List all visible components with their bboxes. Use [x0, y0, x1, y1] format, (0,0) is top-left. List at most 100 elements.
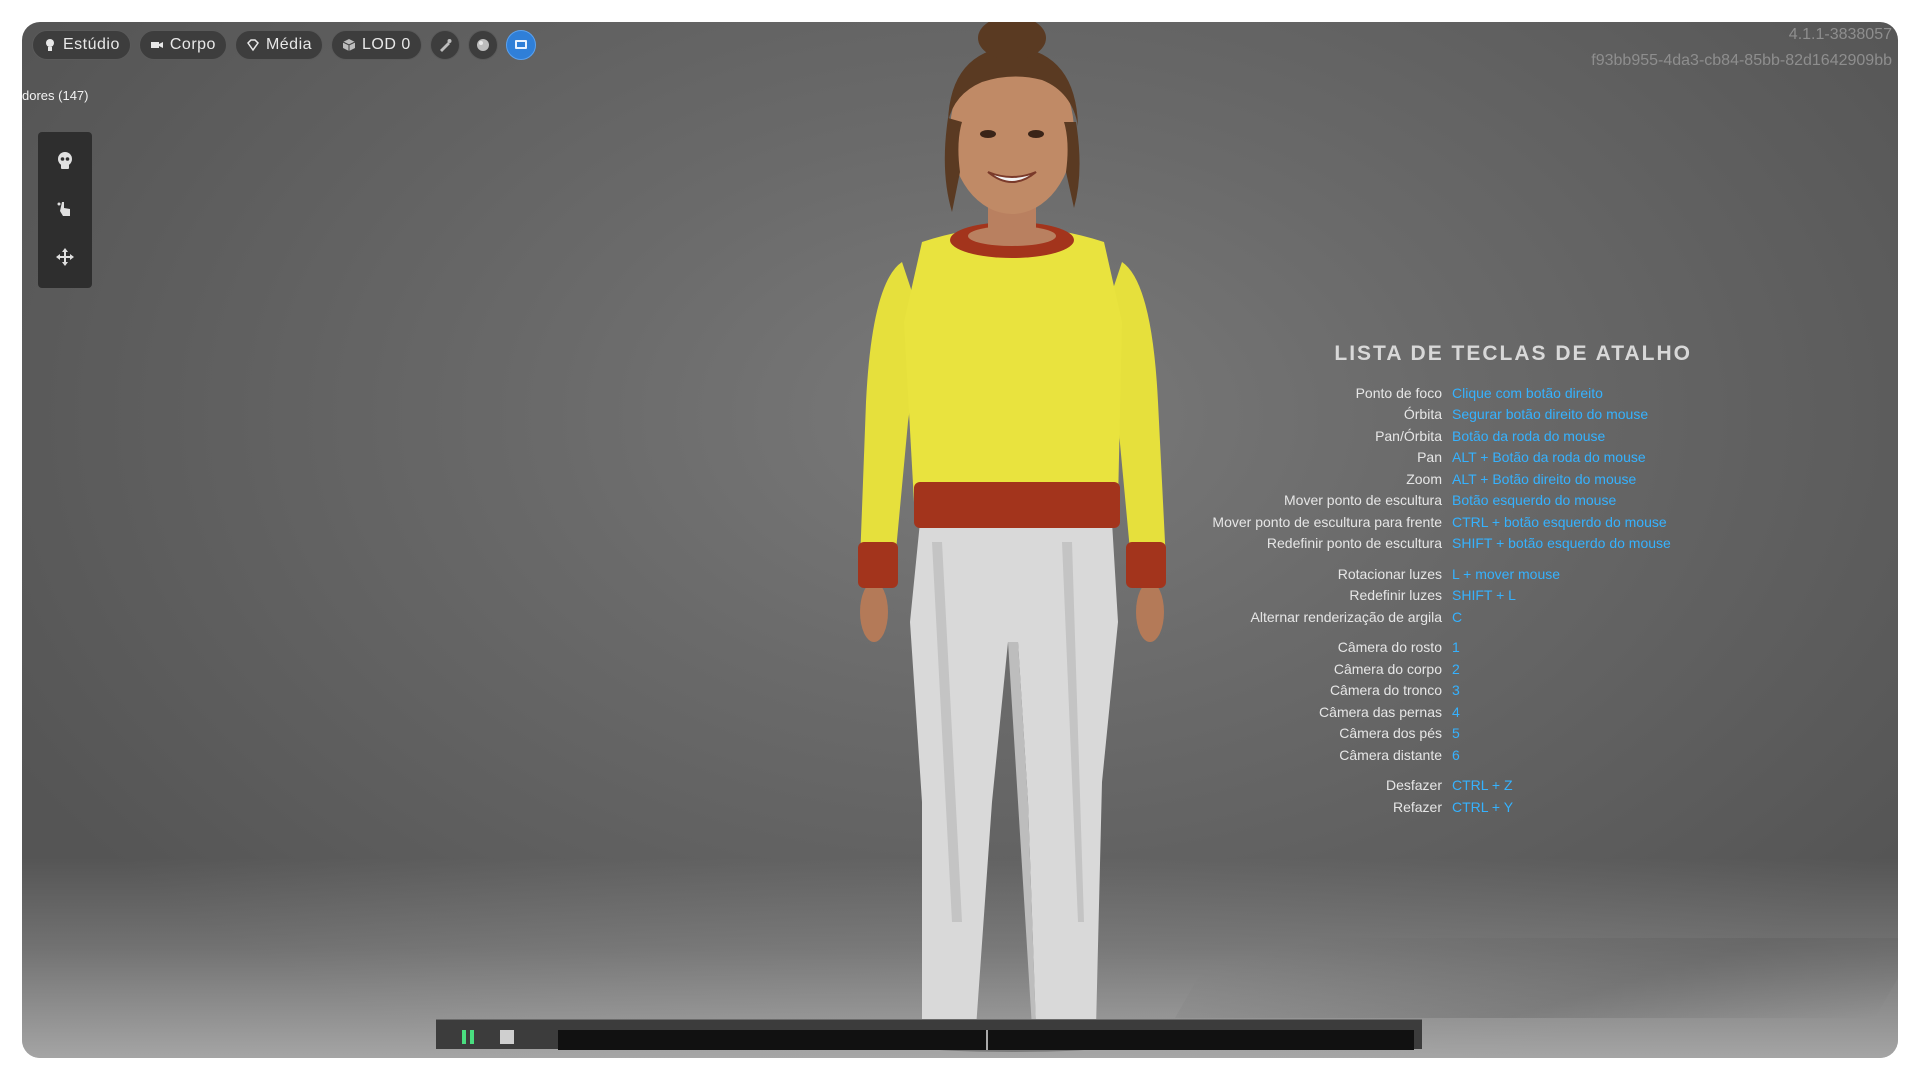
move-tool-button[interactable] [48, 240, 82, 274]
shortcut-key: L + mover mouse [1452, 565, 1561, 582]
bulb-icon [46, 39, 54, 51]
material-button[interactable] [467, 30, 498, 60]
shortcut-key: 4 [1452, 703, 1460, 720]
shortcut-key: SHIFT + botão esquerdo do mouse [1452, 535, 1671, 552]
shortcut-group: Câmera do rosto 1 Câmera do corpo 2 Câmera d… [1022, 637, 1898, 766]
shortcut-action: Órbita [1403, 406, 1442, 423]
lod-button-label: LOD 0 [362, 36, 411, 53]
shortcut-row: Pan ALT + Botão da roda do mouse [1022, 447, 1898, 469]
shortcut-action: Câmera do tronco [1329, 682, 1442, 699]
shortcut-row: Alternar renderização de argila C [1022, 606, 1898, 628]
shortcut-action: Redefinir luzes [1349, 587, 1442, 604]
shortcut-row: Refazer CTRL + Y [1022, 796, 1898, 818]
blend-tool-button[interactable] [48, 192, 82, 226]
hand-pointer-icon [57, 202, 70, 216]
shortcut-group: Rotacionar luzes L + mover mouse Redefinir… [1022, 563, 1898, 628]
shortcut-group: Desfazer CTRL + Z Refazer CTRL + Y [1022, 775, 1898, 818]
shortcut-row: Câmera das pernas 4 [1022, 701, 1898, 723]
pause-button[interactable] [462, 1030, 476, 1044]
build-id: f93bb955-4da3-cb84-85bb-82d1642909bb [1591, 52, 1892, 69]
shortcut-group: Ponto de foco Clique com botão direito Órb… [1022, 382, 1898, 554]
camera-icon [150, 42, 163, 48]
shortcut-key: CTRL + Y [1452, 798, 1514, 815]
shortcut-key: ALT + Botão da roda do mouse [1452, 449, 1646, 466]
shortcut-key: Botão esquerdo do mouse [1452, 492, 1617, 509]
shortcut-row: Mover ponto de escultura para frente CTRL… [1022, 511, 1898, 533]
timeline-track[interactable] [558, 1030, 1414, 1050]
shortcut-key: CTRL + botão esquerdo do mouse [1452, 513, 1667, 530]
shortcut-key: 3 [1452, 682, 1460, 699]
shortcut-row: Câmera do rosto 1 [1022, 637, 1898, 659]
skull-icon [58, 152, 72, 169]
move-icon [56, 248, 74, 266]
shortcut-row: Mover ponto de escultura Botão esquerdo d… [1022, 490, 1898, 512]
shortcut-action: Mover ponto de escultura para frente [1212, 513, 1442, 530]
shortcut-row: Desfazer CTRL + Z [1022, 775, 1898, 797]
shortcut-row: Ponto de foco Clique com botão direito [1022, 382, 1898, 404]
viewport-3d[interactable]: Estúdio Corpo Média LOD 0 4.1.1-3838057 … [22, 22, 1898, 1058]
shortcut-row: Rotacionar luzes L + mover mouse [1022, 563, 1898, 585]
studio-button-label: Estúdio [63, 36, 120, 53]
shortcut-action: Câmera dos pés [1339, 725, 1442, 742]
shortcut-row: Zoom ALT + Botão direito do mouse [1022, 468, 1898, 490]
shortcut-action: Mover ponto de escultura [1284, 492, 1442, 509]
body-camera-button-label: Corpo [169, 36, 216, 53]
quality-button-label: Média [265, 36, 313, 53]
shortcut-row: Redefinir luzes SHIFT + L [1022, 585, 1898, 607]
diamond-icon [246, 39, 259, 52]
shortcut-action: Câmera do rosto [1337, 639, 1442, 656]
shortcut-action: Zoom [1406, 470, 1442, 487]
shortcut-key: 5 [1452, 725, 1460, 742]
shortcut-action: Refazer [1392, 798, 1442, 815]
shortcut-key: Segurar botão direito do mouse [1452, 406, 1649, 423]
lod-button[interactable]: LOD 0 [331, 30, 422, 60]
shortcut-key: C [1452, 608, 1463, 625]
display-icon [514, 40, 527, 49]
shortcut-row: Câmera do corpo 2 [1022, 658, 1898, 680]
shortcut-row: Câmera distante 6 [1022, 744, 1898, 766]
shortcut-action: Câmera do corpo [1333, 660, 1442, 677]
sculpt-tool-button[interactable] [48, 144, 82, 178]
brush-icon [439, 39, 452, 52]
shortcut-action: Pan/Órbita [1375, 427, 1442, 444]
shortcut-key: ALT + Botão direito do mouse [1452, 470, 1637, 487]
shortcut-list: Ponto de foco Clique com botão direito Órb… [1022, 382, 1898, 827]
shortcut-row: Câmera do tronco 3 [1022, 680, 1898, 702]
shortcut-action: Pan [1417, 449, 1442, 466]
shortcut-action: Redefinir ponto de escultura [1266, 535, 1442, 552]
viewport-toolbar: Estúdio Corpo Média LOD 0 [32, 30, 536, 60]
version-number: 4.1.1-3838057 [1788, 26, 1892, 43]
shortcut-row: Pan/Órbita Botão da roda do mouse [1022, 425, 1898, 447]
shortcut-row: Órbita Segurar botão direito do mouse [1022, 404, 1898, 426]
version-info: 4.1.1-3838057 f93bb955-4da3-cb84-85bb-82… [1591, 22, 1892, 74]
shortcut-key: Clique com botão direito [1452, 384, 1603, 401]
shortcut-action: Câmera distante [1339, 746, 1442, 763]
breadcrumb: dores (147) [22, 88, 89, 103]
body-camera-button[interactable]: Corpo [138, 30, 227, 60]
cube-icon [342, 39, 356, 51]
shortcut-key: Botão da roda do mouse [1452, 427, 1606, 444]
playhead[interactable] [986, 1030, 988, 1050]
display-toggle-button[interactable] [505, 30, 536, 60]
quality-button[interactable]: Média [234, 30, 324, 60]
shortcut-key: 1 [1452, 639, 1460, 656]
floor-shadow [1174, 938, 1898, 1018]
shortcut-action: Desfazer [1385, 777, 1442, 794]
side-toolbar [38, 132, 92, 288]
shortcut-action: Rotacionar luzes [1337, 565, 1442, 582]
shortcut-action: Câmera das pernas [1319, 703, 1442, 720]
shortcut-row: Câmera dos pés 5 [1022, 723, 1898, 745]
studio-button[interactable]: Estúdio [32, 30, 131, 60]
shortcut-key: 2 [1452, 660, 1460, 677]
shortcut-key: SHIFT + L [1452, 587, 1516, 604]
shortcut-row: Redefinir ponto de escultura SHIFT + botã… [1022, 533, 1898, 555]
stop-button[interactable] [500, 1030, 514, 1044]
shortcut-list-title: LISTA DE TECLAS DE ATALHO [1334, 342, 1692, 365]
shortcut-key: CTRL + Z [1452, 777, 1513, 794]
shortcut-key: 6 [1452, 746, 1460, 763]
shortcut-action: Ponto de foco [1355, 384, 1442, 401]
animation-timeline [436, 1019, 1422, 1050]
brush-button[interactable] [429, 30, 460, 60]
sphere-icon [476, 39, 489, 51]
shortcut-action: Alternar renderização de argila [1250, 608, 1442, 625]
